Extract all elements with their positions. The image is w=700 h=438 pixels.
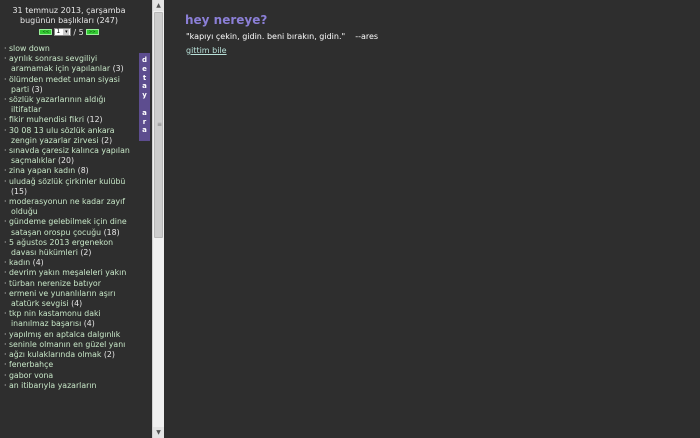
tab-letter: a: [142, 82, 147, 91]
topic-list-item: · gabor vona: [4, 371, 138, 381]
topic-link[interactable]: gabor vona: [9, 371, 53, 380]
topic-list-item: · sınavda çaresiz kalınca yapılan saçmal…: [4, 146, 138, 166]
topic-entry-count: (3): [112, 64, 124, 74]
topic-entry-count: (2): [101, 135, 113, 145]
topic-link[interactable]: sözlük yazarlarının aldığı iltifatlar: [9, 95, 106, 114]
topic-entry-count: (2): [103, 350, 115, 360]
topic-list-item: · zina yapan kadın (8): [4, 166, 138, 176]
topic-entry-count: (4): [83, 319, 95, 329]
tab-letter: t: [142, 73, 147, 82]
topic-link[interactable]: ayrılık sonrası sevgiliyi aramamak için …: [9, 54, 110, 73]
topic-link[interactable]: ölümden medet uman siyasi parti: [9, 75, 120, 94]
topic-list-item: · 5 ağustos 2013 ergenekon davası hüküml…: [4, 238, 138, 258]
tab-letter: e: [142, 64, 147, 73]
scroll-up-arrow-icon[interactable]: ▲: [153, 0, 164, 11]
topic-link[interactable]: ağzı kulaklarında olmak: [9, 350, 101, 359]
sidebar-header: 31 temmuz 2013, çarşamba bugünün başlıkl…: [0, 0, 152, 26]
topic-link[interactable]: 5 ağustos 2013 ergenekon davası hükümler…: [9, 238, 113, 257]
topic-list-item: · türban nerenize batıyor: [4, 279, 138, 289]
topic-link[interactable]: türban nerenize batıyor: [9, 279, 101, 288]
tab-letter: y: [142, 91, 147, 100]
topic-list-item: · devrim yakın meşaleleri yakın: [4, 268, 138, 278]
entry-title[interactable]: hey nereye?: [185, 13, 267, 27]
date-line: 31 temmuz 2013, çarşamba: [12, 6, 126, 15]
topic-link[interactable]: moderasyonun ne kadar zayıf olduğu: [9, 197, 125, 216]
topic-link[interactable]: zina yapan kadın: [9, 166, 75, 175]
pager: << 1 ▾ / 5 >>: [0, 27, 152, 37]
topic-link[interactable]: 30 08 13 ulu sözlük ankara zengin yazarl…: [9, 126, 115, 145]
topic-link[interactable]: uludağ sözlük çirkinler kulübü: [9, 177, 125, 186]
topic-list-item: · ayrılık sonrası sevgiliyi aramamak içi…: [4, 54, 138, 74]
tab-letter: r: [142, 117, 147, 126]
entry-panel: hey nereye? "kapıyı çekin, gidin. beni b…: [164, 0, 700, 438]
topic-link[interactable]: devrim yakın meşaleleri yakın: [9, 268, 126, 277]
topic-list-item: · slow down: [4, 44, 138, 54]
topic-entry-count: (12): [86, 115, 103, 125]
todays-topics-title[interactable]: bugünün başlıkları (247): [0, 16, 138, 26]
page-select-value: 1: [56, 28, 61, 35]
scroll-thumb[interactable]: ≡: [154, 12, 163, 238]
detay-ara-tab[interactable]: detayara: [139, 53, 150, 141]
topic-list-item: · uludağ sözlük çirkinler kulübü (15): [4, 177, 138, 197]
topic-entry-count: (15): [11, 186, 28, 196]
topic-list-item: · ağzı kulaklarında olmak (2): [4, 350, 138, 360]
next-page-button[interactable]: >>: [85, 29, 99, 35]
topic-list-item: · kadın (4): [4, 258, 138, 268]
topic-list-item: · ermeni ve yunanlıların aşırı atatürk s…: [4, 289, 138, 309]
entry-quote: "kapıyı çekin, gidin. beni bırakın, gidi…: [186, 32, 346, 41]
topic-list-item: · sözlük yazarlarının aldığı iltifatlar: [4, 95, 138, 115]
topic-link[interactable]: slow down: [9, 44, 50, 53]
topic-list-item: · moderasyonun ne kadar zayıf olduğu: [4, 197, 138, 217]
entry-body: "kapıyı çekin, gidin. beni bırakın, gidi…: [186, 32, 378, 41]
topic-link[interactable]: seninle olmanın en güzel yanı: [9, 340, 125, 349]
topic-entry-count: (20): [57, 156, 74, 166]
gittim-bile-link[interactable]: gittim bile: [186, 46, 227, 55]
topic-sidebar: 31 temmuz 2013, çarşamba bugünün başlıkl…: [0, 0, 152, 438]
topic-list-item: · yapılmış en aptalca dalgınlık: [4, 330, 138, 340]
chevron-down-icon: ▾: [63, 29, 70, 35]
entry-author[interactable]: --ares: [355, 32, 378, 41]
topic-list-item: · gündeme gelebilmek için dine sataşan o…: [4, 217, 138, 237]
sidebar-scrollbar[interactable]: ▲ ≡ ▼: [152, 0, 164, 438]
topic-list-item: · ölümden medet uman siyasi parti (3): [4, 75, 138, 95]
topic-link[interactable]: an itibarıyla yazarların: [9, 381, 96, 390]
topic-list-item: · fenerbahçe: [4, 360, 138, 370]
topic-list-item: · an itibarıyla yazarların: [4, 381, 138, 391]
tab-letter: a: [142, 108, 147, 117]
prev-page-button[interactable]: <<: [39, 29, 53, 35]
topic-entry-count: (4): [71, 299, 83, 309]
topic-link[interactable]: fenerbahçe: [9, 360, 53, 369]
topic-link[interactable]: kadın: [9, 258, 30, 267]
topic-list-item: · 30 08 13 ulu sözlük ankara zengin yaza…: [4, 126, 138, 146]
topic-entry-count: (18): [103, 227, 120, 237]
topic-entry-count: (4): [32, 258, 44, 268]
topic-link[interactable]: yapılmış en aptalca dalgınlık: [9, 330, 120, 339]
topic-list-item: · seninle olmanın en güzel yanı: [4, 340, 138, 350]
topic-link[interactable]: ermeni ve yunanlıların aşırı atatürk sev…: [9, 289, 115, 308]
scroll-down-arrow-icon[interactable]: ▼: [153, 427, 164, 438]
page-total: / 5: [73, 27, 84, 37]
tab-letter: d: [141, 56, 147, 64]
topic-list: · slow down · ayrılık sonrası sevgiliyi a…: [4, 44, 138, 391]
topic-list-item: · fikir muhendisi fikri (12): [4, 115, 138, 125]
tab-letter: a: [142, 126, 147, 135]
topic-entry-count: (3): [31, 84, 43, 94]
scroll-grip-icon: ≡: [157, 121, 163, 128]
topic-link[interactable]: fikir muhendisi fikri: [9, 115, 84, 124]
topic-entry-count: (8): [77, 166, 89, 176]
page-select[interactable]: 1 ▾: [54, 28, 72, 36]
topic-entry-count: (2): [80, 248, 92, 258]
topic-list-item: · tkp nin kastamonu daki inanılmaz başar…: [4, 309, 138, 329]
